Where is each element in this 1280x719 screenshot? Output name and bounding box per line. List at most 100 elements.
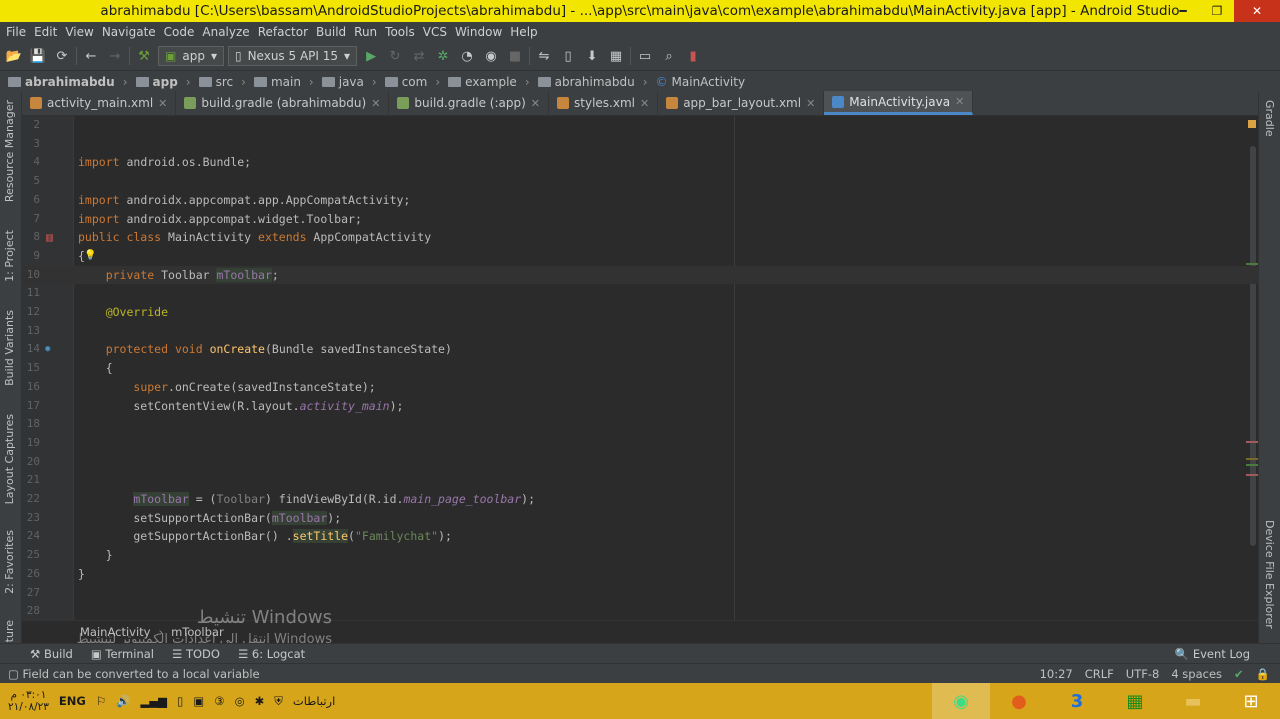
breadcrumb-item[interactable]: java bbox=[321, 75, 364, 89]
code-text[interactable]: setContentView(R.layout.activity_main); bbox=[78, 397, 403, 416]
stop-icon[interactable]: ■ bbox=[505, 46, 525, 66]
bluetooth-icon[interactable]: ✱ bbox=[255, 694, 265, 708]
clock[interactable]: ٠٣:٠١ م ٢١/٠٨/٢٣ bbox=[8, 689, 49, 713]
code-line[interactable]: 22 mToolbar = (Toolbar) findViewById(R.i… bbox=[22, 490, 1258, 509]
device-select[interactable]: ▯ Nexus 5 API 15 ▾ bbox=[227, 46, 358, 66]
make-project-icon[interactable]: ⚒ bbox=[134, 46, 154, 66]
code-text[interactable]: getSupportActionBar() .setTitle("Familyc… bbox=[78, 527, 452, 546]
tool-project[interactable]: 1: Project bbox=[3, 230, 16, 282]
close-tab-icon[interactable]: ✕ bbox=[371, 97, 380, 110]
menu-window[interactable]: Window bbox=[451, 25, 506, 39]
code-text[interactable]: { bbox=[78, 359, 113, 378]
logcat-tool-button[interactable]: ☰ 6: Logcat bbox=[238, 647, 305, 661]
save-icon[interactable]: 💾 bbox=[28, 46, 48, 66]
code-editor[interactable]: 2 3 4 import android.os.Bundle; 5 6 import and… bbox=[22, 116, 1258, 620]
menu-code[interactable]: Code bbox=[160, 25, 199, 39]
code-text[interactable]: import androidx.appcompat.app.AppCompatA… bbox=[78, 191, 410, 210]
firefox-task[interactable]: ● bbox=[990, 683, 1048, 719]
tool-structure[interactable]: ture bbox=[3, 620, 16, 642]
apply-changes-icon[interactable]: ↻ bbox=[385, 46, 405, 66]
code-text[interactable]: } bbox=[78, 546, 113, 565]
menu-vcs[interactable]: VCS bbox=[419, 25, 451, 39]
breadcrumb-item[interactable]: abrahimabdu bbox=[537, 75, 635, 89]
code-text[interactable]: } bbox=[78, 565, 85, 584]
project-structure-icon[interactable]: ▦ bbox=[606, 46, 626, 66]
tool-build-variants[interactable]: Build Variants bbox=[3, 310, 16, 386]
run-config-select[interactable]: ▣ app ▾ bbox=[158, 46, 224, 66]
menu-tools[interactable]: Tools bbox=[381, 25, 419, 39]
search-icon[interactable]: ⌕ bbox=[659, 46, 679, 66]
tool-resource-manager[interactable]: Resource Manager bbox=[3, 100, 16, 202]
menu-refactor[interactable]: Refactor bbox=[254, 25, 312, 39]
code-line[interactable]: 20 bbox=[22, 453, 1258, 472]
file-encoding[interactable]: UTF-8 bbox=[1126, 667, 1160, 681]
app-3-task[interactable]: 3 bbox=[1048, 683, 1106, 719]
class-gutter-icon[interactable]: ▥ bbox=[46, 228, 53, 247]
tab-activity-main-xml[interactable]: activity_main.xml ✕ bbox=[22, 91, 177, 115]
start-button[interactable]: ⊞ bbox=[1222, 683, 1280, 719]
attach-debugger-icon[interactable]: ◉ bbox=[481, 46, 501, 66]
tool-gradle[interactable]: Gradle bbox=[1263, 100, 1276, 137]
code-text[interactable]: public class MainActivity extends AppCom… bbox=[78, 228, 431, 247]
tray-3-icon[interactable]: ③ bbox=[214, 694, 224, 708]
code-line[interactable]: 9{💡 bbox=[22, 247, 1258, 266]
file-explorer-task[interactable]: ▬ bbox=[1164, 683, 1222, 719]
sync-icon[interactable]: ⟳ bbox=[52, 46, 72, 66]
forward-icon[interactable]: → bbox=[105, 46, 125, 66]
code-line[interactable]: 2 bbox=[22, 116, 1258, 135]
network-label[interactable]: ارتباطات bbox=[293, 694, 335, 708]
code-line[interactable]: 5 bbox=[22, 172, 1258, 191]
code-line[interactable]: 13 bbox=[22, 322, 1258, 341]
sdk-manager-icon[interactable]: ⬇ bbox=[582, 46, 602, 66]
tab-mainactivity-java[interactable]: MainActivity.java ✕ bbox=[824, 91, 974, 115]
tab-build-gradle-abrahimabdu-[interactable]: build.gradle (abrahimabdu) ✕ bbox=[176, 91, 390, 115]
code-line[interactable]: 18 bbox=[22, 415, 1258, 434]
menu-edit[interactable]: Edit bbox=[30, 25, 61, 39]
code-line[interactable]: 23 setSupportActionBar(mToolbar); bbox=[22, 509, 1258, 528]
tab-build-gradle-app-[interactable]: build.gradle (:app) ✕ bbox=[389, 91, 550, 115]
code-line[interactable]: 15 { bbox=[22, 359, 1258, 378]
tab-app-bar-layout-xml[interactable]: app_bar_layout.xml ✕ bbox=[658, 91, 825, 115]
android-studio-task[interactable]: ◉ bbox=[932, 683, 990, 719]
lock-icon[interactable]: 🔒 bbox=[1256, 667, 1270, 681]
close-tab-icon[interactable]: ✕ bbox=[531, 97, 540, 110]
tool-device-file-explorer[interactable]: Device File Explorer bbox=[1263, 520, 1276, 629]
menu-file[interactable]: File bbox=[2, 25, 30, 39]
code-text[interactable]: @Override bbox=[78, 303, 168, 322]
close-tab-icon[interactable]: ✕ bbox=[806, 97, 815, 110]
close-button[interactable]: ✕ bbox=[1234, 0, 1280, 22]
indent-setting[interactable]: 4 spaces bbox=[1171, 667, 1222, 681]
code-line[interactable]: 8 public class MainActivity extends AppCo… bbox=[22, 228, 1258, 247]
close-tab-icon[interactable]: ✕ bbox=[955, 95, 964, 108]
code-line[interactable]: 17 setContentView(R.layout.activity_main… bbox=[22, 397, 1258, 416]
line-separator[interactable]: CRLF bbox=[1085, 667, 1114, 681]
battery-icon[interactable]: ▯ bbox=[177, 694, 183, 708]
menu-help[interactable]: Help bbox=[506, 25, 541, 39]
breadcrumb-item[interactable]: main bbox=[253, 75, 301, 89]
todo-tool-button[interactable]: ☰ TODO bbox=[172, 647, 220, 661]
tool-layout-captures[interactable]: Layout Captures bbox=[3, 414, 16, 504]
tray-sync-icon[interactable]: ◎ bbox=[235, 694, 245, 708]
maximize-button[interactable]: ❐ bbox=[1200, 0, 1234, 22]
shield-icon[interactable]: ⛨ bbox=[274, 694, 283, 709]
code-line[interactable]: 4 import android.os.Bundle; bbox=[22, 153, 1258, 172]
open-folder-icon[interactable]: 📂 bbox=[4, 46, 24, 66]
code-line[interactable]: 27 bbox=[22, 584, 1258, 603]
menu-analyze[interactable]: Analyze bbox=[198, 25, 253, 39]
terminal-tool-button[interactable]: ▣ Terminal bbox=[91, 647, 154, 661]
menu-run[interactable]: Run bbox=[350, 25, 381, 39]
close-tab-icon[interactable]: ✕ bbox=[158, 97, 167, 110]
apply-code-changes-icon[interactable]: ⇄ bbox=[409, 46, 429, 66]
lightbulb-icon[interactable]: 💡 bbox=[84, 247, 96, 266]
run-icon[interactable]: ▶ bbox=[361, 46, 381, 66]
breadcrumb-item[interactable]: example bbox=[448, 75, 517, 89]
code-line[interactable]: 26} bbox=[22, 565, 1258, 584]
code-line[interactable]: 10 private Toolbar mToolbar; bbox=[22, 265, 1258, 285]
code-text[interactable]: import android.os.Bundle; bbox=[78, 153, 251, 172]
breadcrumb-item[interactable]: abrahimabdu bbox=[8, 75, 115, 89]
breadcrumb-item[interactable]: app bbox=[135, 75, 178, 89]
build-tool-button[interactable]: ⚒ Build bbox=[30, 647, 73, 661]
tab-styles-xml[interactable]: styles.xml ✕ bbox=[549, 91, 659, 115]
tool-favorites[interactable]: 2: Favorites bbox=[3, 530, 16, 594]
menu-navigate[interactable]: Navigate bbox=[98, 25, 160, 39]
